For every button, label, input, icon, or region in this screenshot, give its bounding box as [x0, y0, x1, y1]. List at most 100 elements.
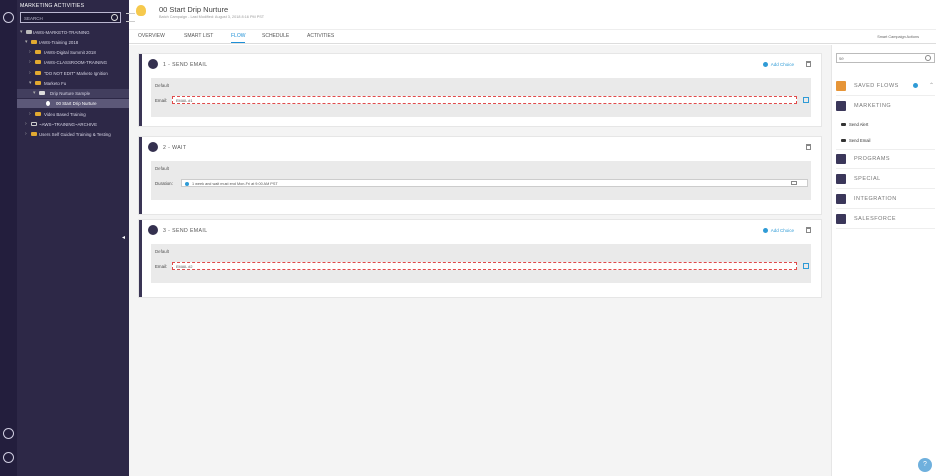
- smart-campaign-actions-menu[interactable]: Smart Campaign Actions: [877, 35, 919, 39]
- flow-step[interactable]: 2 - WAIT Default Duration: 1 week and wa…: [139, 137, 821, 214]
- collapse-panel-icon[interactable]: ◂: [122, 234, 125, 241]
- flow-step[interactable]: 1 - SEND EMAIL Add Choice Default Email:…: [139, 54, 821, 126]
- search-icon[interactable]: [111, 14, 118, 21]
- group-saved-flows[interactable]: SAVED FLOWS ⌃: [836, 79, 935, 92]
- email-field[interactable]: EMAIL #2: [172, 262, 797, 270]
- tree-node[interactable]: ▾ IAWS-MARKETO-TRAINING: [17, 28, 129, 37]
- divider: [836, 168, 935, 169]
- campaign-icon: [46, 101, 50, 106]
- group-label: SAVED FLOWS: [854, 83, 899, 89]
- help-button[interactable]: ?: [918, 458, 932, 472]
- tree-node-label: "DO NOT EDIT" Marketo Ignition: [44, 71, 108, 76]
- info-icon: [185, 181, 189, 186]
- palette-item-label: Send Alert: [849, 122, 869, 127]
- chevron-right-icon[interactable]: ›: [25, 131, 27, 137]
- page-subtitle: Batch Campaign - Last Modified: August 3…: [159, 15, 265, 19]
- tab-activities[interactable]: ACTIVITIES: [307, 33, 334, 42]
- tab-smart-list[interactable]: SMART LIST: [184, 33, 213, 42]
- plus-icon: [762, 62, 768, 67]
- activities-tree-panel: MARKETING ACTIVITIES SEARCH ▾ IAWS-MARKE…: [17, 0, 135, 476]
- programs-icon: [836, 154, 846, 164]
- tree-node-label: Users Self Guided Training & Testing: [39, 132, 111, 137]
- tree-node[interactable]: ▾ Drip Nurture Sample: [17, 89, 129, 98]
- user-icon[interactable]: [3, 452, 14, 463]
- tree-node[interactable]: › IAWS-Digital Summit 2018: [17, 48, 129, 57]
- support-icon[interactable]: [3, 428, 14, 439]
- tree-node-selected[interactable]: 00 Start Drip Nurture: [17, 99, 129, 108]
- email-icon: [148, 59, 158, 69]
- calendar-icon[interactable]: [791, 181, 797, 185]
- chevron-right-icon[interactable]: ›: [29, 49, 31, 55]
- chevron-right-icon[interactable]: ›: [29, 59, 31, 65]
- marketing-icon: [836, 101, 846, 111]
- folder-icon: [35, 60, 41, 64]
- folder-icon: [35, 50, 41, 54]
- palette-search-value: se: [839, 56, 844, 61]
- folder-icon: [31, 40, 37, 44]
- tab-schedule[interactable]: SCHEDULE: [262, 33, 289, 42]
- duration-field[interactable]: 1 week and wait must end Mon-Fri at 9:00…: [181, 179, 808, 187]
- email-picker-icon[interactable]: [803, 97, 809, 103]
- flow-actions-palette: se SAVED FLOWS ⌃ MARKETING Send Alert Se…: [831, 45, 936, 476]
- chevron-down-icon[interactable]: ▾: [25, 39, 28, 45]
- field-label: Email:: [155, 98, 168, 103]
- tree-search-placeholder: SEARCH: [24, 16, 43, 21]
- email-picker-icon[interactable]: [803, 263, 809, 269]
- divider: [836, 228, 935, 229]
- add-choice-button[interactable]: Add Choice: [762, 62, 794, 67]
- group-label: MARKETING: [854, 103, 892, 109]
- tab-flow[interactable]: FLOW: [231, 33, 246, 43]
- email-icon: [148, 225, 158, 235]
- chevron-down-icon[interactable]: ▾: [29, 80, 32, 86]
- tree-node[interactable]: › ~AWS~TRAINING~ARCHIVE: [17, 120, 129, 129]
- divider: [836, 149, 935, 150]
- info-icon[interactable]: [913, 83, 918, 88]
- group-special[interactable]: SPECIAL: [836, 172, 935, 185]
- palette-item-send-email[interactable]: Send Email: [841, 138, 870, 143]
- group-label: SALESFORCE: [854, 216, 896, 222]
- program-icon: [39, 91, 45, 95]
- chevron-right-icon[interactable]: ›: [29, 111, 31, 117]
- chevron-up-icon[interactable]: ⌃: [929, 82, 934, 89]
- tree-node-label: Marketo Fu: [44, 81, 67, 86]
- page-header: 00 Start Drip Nurture Batch Campaign - L…: [129, 0, 936, 30]
- trash-icon[interactable]: [806, 227, 811, 233]
- tree-node[interactable]: ▾ IAWS-Training 2018: [17, 38, 129, 47]
- field-label: Duration:: [155, 181, 173, 186]
- flow-step[interactable]: 3 - SEND EMAIL Add Choice Default Email:…: [139, 220, 821, 297]
- tree-search-input[interactable]: SEARCH: [20, 12, 121, 23]
- chevron-right-icon[interactable]: ›: [29, 70, 31, 76]
- tab-bar: OVERVIEW SMART LIST FLOW SCHEDULE ACTIVI…: [129, 30, 936, 44]
- palette-search-input[interactable]: se: [836, 53, 935, 63]
- tree-node-label: ~AWS~TRAINING~ARCHIVE: [39, 122, 98, 127]
- palette-item-send-alert[interactable]: Send Alert: [841, 122, 868, 127]
- tree-node[interactable]: › Video Based Training: [17, 110, 129, 119]
- tab-overview[interactable]: OVERVIEW: [138, 33, 165, 42]
- tree-node-label: IAWS-CLASSROOM-TRAINING: [44, 60, 108, 65]
- chevron-down-icon[interactable]: ▾: [33, 90, 36, 96]
- group-label: PROGRAMS: [854, 156, 891, 162]
- add-choice-label: Add Choice: [770, 62, 794, 67]
- tree-node[interactable]: › IAWS-CLASSROOM-TRAINING: [17, 58, 129, 67]
- globe-icon[interactable]: [3, 12, 14, 23]
- trash-icon[interactable]: [806, 144, 811, 150]
- tree-node[interactable]: › Users Self Guided Training & Testing: [17, 130, 129, 139]
- tree-node-label: IAWS-MARKETO-TRAINING: [33, 30, 90, 35]
- chevron-down-icon[interactable]: ▾: [20, 29, 23, 35]
- root-icon: [26, 30, 32, 34]
- flow-step-header: 1 - SEND EMAIL Add Choice: [148, 59, 818, 69]
- duration-field-value: 1 week and wait must end Mon-Fri at 9:00…: [192, 181, 278, 186]
- trash-icon[interactable]: [806, 61, 811, 67]
- tree-node[interactable]: ▾ Marketo Fu: [17, 79, 129, 88]
- choice-label: Default: [155, 249, 169, 254]
- group-programs[interactable]: PROGRAMS: [836, 152, 935, 165]
- email-field[interactable]: EMAIL #1: [172, 96, 797, 104]
- group-salesforce[interactable]: SALESFORCE: [836, 212, 935, 225]
- group-marketing[interactable]: MARKETING: [836, 99, 935, 112]
- add-choice-button[interactable]: Add Choice: [762, 228, 794, 233]
- tree-node[interactable]: › "DO NOT EDIT" Marketo Ignition: [17, 69, 129, 78]
- flow-step-name: 1 - SEND EMAIL: [163, 62, 208, 68]
- chevron-right-icon[interactable]: ›: [25, 121, 27, 127]
- group-integration[interactable]: INTEGRATION: [836, 192, 935, 205]
- clear-search-icon[interactable]: [925, 55, 931, 61]
